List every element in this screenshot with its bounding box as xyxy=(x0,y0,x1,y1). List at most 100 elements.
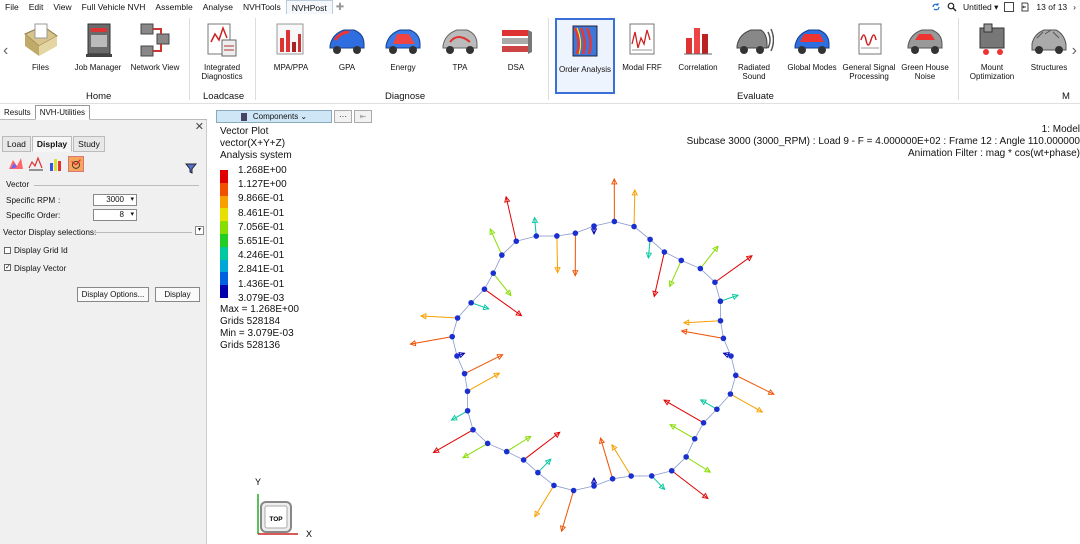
mesh-edge xyxy=(593,478,613,487)
display-vector-checkbox[interactable]: ✓ xyxy=(4,264,11,271)
ribbon: ‹ › Files Job Manager Network View Integ… xyxy=(0,14,1080,104)
tool-label: Global Modes xyxy=(787,63,837,72)
tool-global-modes[interactable]: Global Modes xyxy=(784,18,840,94)
close-panel-icon[interactable]: ✕ xyxy=(195,120,204,133)
add-tab-icon[interactable]: ✚ xyxy=(333,2,347,13)
vector-plot-icon[interactable] xyxy=(68,156,84,172)
tab-load[interactable]: Load xyxy=(2,136,31,152)
grid-node xyxy=(535,469,541,476)
grid-node xyxy=(683,454,689,460)
ribbon-scroll-left-icon[interactable]: ‹ xyxy=(3,42,8,60)
tool-job-manager[interactable]: Job Manager xyxy=(70,18,126,94)
tool-modal-frf[interactable]: Modal FRF xyxy=(618,18,666,94)
vector-arrow xyxy=(651,475,666,490)
tab-study[interactable]: Study xyxy=(73,136,105,152)
grid-node xyxy=(490,270,497,276)
grid-node xyxy=(454,315,461,321)
tool-integrated-diagnostics[interactable]: Integrated Diagnostics xyxy=(194,18,250,94)
page-back-icon[interactable] xyxy=(1020,2,1030,12)
vector-section-title: Vector xyxy=(6,180,30,189)
vector-arrow xyxy=(600,437,614,479)
vector-arrow xyxy=(681,330,724,339)
mesh-edge xyxy=(703,408,718,424)
tool-energy[interactable]: Energy xyxy=(378,18,428,94)
network-view-icon xyxy=(140,23,170,57)
tool-order-analysis[interactable]: Order Analysis xyxy=(555,18,615,94)
tool-label: MPA/PPA xyxy=(273,63,309,72)
document-name-dropdown[interactable]: Untitled ▾ xyxy=(963,2,998,13)
nvh-utilities-panel: ✕ Load Display Study Vector Specific RPM… xyxy=(0,120,207,544)
vector-arrow xyxy=(735,374,775,395)
bar-plot-icon[interactable] xyxy=(48,156,64,172)
mesh-edge xyxy=(457,302,472,319)
grid-node xyxy=(678,257,685,264)
tool-label: GPA xyxy=(338,63,356,72)
tool-label: DSA xyxy=(507,63,525,72)
filter-icon[interactable] xyxy=(185,162,197,174)
vector-arrowhead xyxy=(493,372,501,379)
menu-edit[interactable]: Edit xyxy=(24,0,49,14)
vector-arrow xyxy=(671,470,709,499)
grid-node xyxy=(697,265,704,272)
tool-gpa[interactable]: GPA xyxy=(324,18,370,94)
tab-display[interactable]: Display xyxy=(31,136,73,152)
vector-arrow xyxy=(714,255,753,283)
menu-assemble[interactable]: Assemble xyxy=(150,0,197,14)
grid-node xyxy=(551,482,557,489)
tool-radiated-sound[interactable]: Radiated Sound xyxy=(728,18,780,94)
search-icon[interactable] xyxy=(947,2,957,12)
cube-face-label: TOP xyxy=(269,516,283,523)
tool-structures[interactable]: Structures xyxy=(1022,18,1076,94)
section-divider xyxy=(94,232,192,233)
tool-correlation[interactable]: Correlation xyxy=(674,18,722,94)
mesh-edge xyxy=(467,410,474,430)
panel-tabs: Results NVH-Utilities xyxy=(0,105,207,120)
view-triad[interactable]: TOP Y X xyxy=(248,474,328,544)
tool-mount-optimization[interactable]: Mount Optimization xyxy=(964,18,1020,94)
tool-tpa[interactable]: TPA xyxy=(436,18,484,94)
mesh-edge xyxy=(612,475,632,480)
tab-results[interactable]: Results xyxy=(0,106,35,119)
sync-icon[interactable] xyxy=(931,2,941,12)
label-colon: : xyxy=(58,196,61,205)
global-modes-icon xyxy=(794,29,830,54)
tab-nvh-utilities[interactable]: NVH-Utilities xyxy=(34,105,91,120)
vector-arrowhead xyxy=(450,414,458,421)
menu-nvhpost[interactable]: NVHPost xyxy=(285,0,333,15)
display-grid-id-checkbox[interactable] xyxy=(4,247,11,254)
specific-rpm-label: Specific RPM xyxy=(6,196,56,205)
grid-node xyxy=(468,299,474,306)
radiated-sound-icon xyxy=(736,28,774,54)
display-options-button[interactable]: Display Options... xyxy=(77,287,149,302)
chevron-down-icon: ▾ xyxy=(130,196,134,203)
grid-node xyxy=(513,238,520,245)
tool-files[interactable]: Files xyxy=(18,18,63,94)
vector-display-selections-label: Vector Display selections: xyxy=(3,228,97,237)
mesh-edge xyxy=(556,232,576,237)
menu-view[interactable]: View xyxy=(48,0,76,14)
grid-node xyxy=(609,476,616,482)
line-plot-icon[interactable] xyxy=(28,156,44,172)
tool-label: Files xyxy=(32,63,49,72)
tool-general-signal-processing[interactable]: General Signal Processing xyxy=(841,18,897,94)
tool-network-view[interactable]: Network View xyxy=(128,18,182,94)
specific-order-select[interactable]: 8 ▾ xyxy=(93,209,137,221)
display-button[interactable]: Display xyxy=(155,287,200,302)
tool-dsa[interactable]: DSA xyxy=(492,18,540,94)
expand-icon[interactable]: ▾ xyxy=(195,226,204,235)
vector-arrow xyxy=(420,315,458,319)
graphics-viewport[interactable]: Components ⌄ ··· ⇤ Vector Plot vector(X+… xyxy=(208,106,1080,544)
tool-green-house-noise[interactable]: Green House Noise xyxy=(898,18,952,94)
menu-analyse[interactable]: Analyse xyxy=(198,0,238,14)
vector-arrow xyxy=(462,443,488,459)
page-next-icon[interactable]: › xyxy=(1073,2,1076,12)
menu-nvhtools[interactable]: NVHTools xyxy=(238,0,286,14)
window-icon[interactable] xyxy=(1004,2,1015,12)
specific-order-label: Specific Order xyxy=(6,211,58,220)
menu-full-vehicle-nvh[interactable]: Full Vehicle NVH xyxy=(77,0,151,14)
vector-arrow xyxy=(669,260,682,287)
specific-rpm-select[interactable]: 3000 ▾ xyxy=(93,194,137,206)
menu-file[interactable]: File xyxy=(0,0,24,14)
tool-mpa-ppa[interactable]: MPA/PPA xyxy=(264,18,318,94)
contour-plot-icon[interactable] xyxy=(8,156,24,172)
